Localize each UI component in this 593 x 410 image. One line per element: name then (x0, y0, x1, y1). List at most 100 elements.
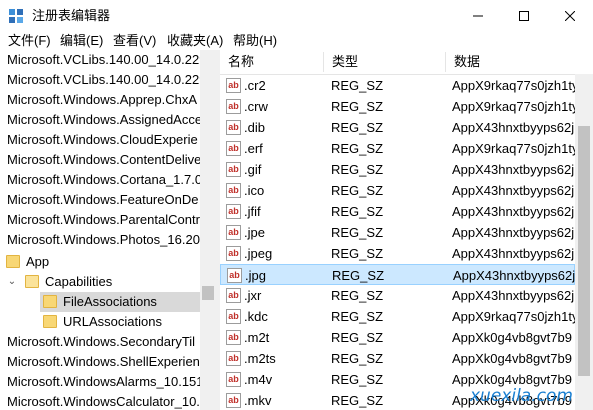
value-data: AppX43hnxtbyyps62j (452, 120, 575, 135)
minimize-button[interactable] (455, 0, 501, 32)
value-data: AppX9rkaq77s0jzh1ty (452, 141, 575, 156)
tree-item-label: Microsoft.Windows.ShellExperien (7, 354, 200, 369)
tree-scrollbar[interactable] (200, 50, 216, 410)
menu-edit[interactable]: 编辑(E) (60, 32, 103, 50)
value-name: .m4v (244, 372, 273, 387)
value-data: AppXk0g4vb8gvt7b9 (452, 330, 572, 345)
close-icon (565, 11, 575, 21)
value-row[interactable]: ab .jpg REG_SZ AppX43hnxtbyyps62j (220, 264, 575, 285)
tree-item[interactable]: Microsoft.WindowsCalculator_10. (0, 392, 200, 410)
menu-bar: 文件(F) 编辑(E) 查看(V) 收藏夹(A) 帮助(H) (0, 32, 593, 50)
value-name: .jpg (245, 268, 266, 283)
menu-help[interactable]: 帮助(H) (233, 32, 277, 50)
value-data: AppX43hnxtbyyps62j (453, 268, 576, 283)
column-name-header[interactable]: 名称 (220, 50, 323, 74)
tree-item[interactable]: Microsoft.Windows.Apprep.ChxA (0, 90, 200, 110)
tree-scrollbar-thumb[interactable] (202, 286, 214, 300)
value-name: .jpe (244, 225, 265, 240)
value-row[interactable]: ab .jpeg REG_SZ AppX43hnxtbyyps62j (220, 243, 575, 264)
tree-item-fileassociations[interactable]: FileAssociations (40, 292, 200, 312)
value-type: REG_SZ (331, 351, 384, 366)
value-row[interactable]: ab .ico REG_SZ AppX43hnxtbyyps62j (220, 180, 575, 201)
value-row[interactable]: ab .jpe REG_SZ AppX43hnxtbyyps62j (220, 222, 575, 243)
tree-item-label: FileAssociations (63, 294, 157, 309)
menu-view[interactable]: 查看(V) (113, 32, 156, 50)
tree-item[interactable]: Microsoft.Windows.SecondaryTil (0, 332, 200, 352)
tree-item[interactable]: Microsoft.VCLibs.140.00_14.0.229 (0, 70, 200, 90)
string-value-icon: ab (226, 162, 241, 177)
string-value-icon: ab (226, 99, 241, 114)
column-data-header[interactable]: 数据 (446, 50, 593, 74)
maximize-button[interactable] (501, 0, 547, 32)
maximize-icon (519, 11, 529, 21)
value-data: AppX9rkaq77s0jzh1ty (452, 99, 575, 114)
key-tree[interactable]: Microsoft.VCLibs.140.00_14.0.229 Microso… (0, 50, 216, 410)
value-data: AppX9rkaq77s0jzh1ty (452, 309, 575, 324)
value-row[interactable]: ab .dib REG_SZ AppX43hnxtbyyps62j (220, 117, 575, 138)
string-value-icon: ab (226, 351, 241, 366)
value-data: AppXk0g4vb8gvt7b9 (452, 351, 572, 366)
folder-icon (43, 295, 57, 308)
tree-item-label: Microsoft.Windows.Cortana_1.7.0 (7, 172, 200, 187)
value-name: .gif (244, 162, 262, 177)
tree-item-label: Microsoft.WindowsAlarms_10.151 (7, 374, 200, 389)
value-row[interactable]: ab .m2ts REG_SZ AppXk0g4vb8gvt7b9 (220, 348, 575, 369)
title-bar: 注册表编辑器 (0, 0, 593, 32)
tree-item-label: URLAssociations (63, 314, 162, 329)
close-button[interactable] (547, 0, 593, 32)
value-row[interactable]: ab .kdc REG_SZ AppX9rkaq77s0jzh1ty (220, 306, 575, 327)
values-list[interactable]: 名称 类型 数据 ab .cr2 REG_SZ AppX9rkaq77s0jzh1ty… (220, 50, 593, 410)
string-value-icon: ab (226, 288, 241, 303)
tree-item[interactable]: Microsoft.Windows.CloudExperie (0, 130, 200, 150)
tree-item[interactable]: Microsoft.VCLibs.140.00_14.0.229 (0, 50, 200, 70)
folder-icon (43, 315, 57, 328)
tree-item[interactable]: Microsoft.Windows.FeatureOnDe (0, 190, 200, 210)
values-scrollbar-thumb[interactable] (578, 126, 590, 376)
value-data: AppX43hnxtbyyps62j (452, 246, 575, 261)
string-value-icon: ab (226, 141, 241, 156)
string-value-icon: ab (226, 204, 241, 219)
menu-favorites[interactable]: 收藏夹(A) (167, 32, 223, 50)
tree-item[interactable]: Microsoft.Windows.ShellExperien (0, 352, 200, 372)
string-value-icon: ab (226, 330, 241, 345)
value-data: AppX43hnxtbyyps62j (452, 288, 575, 303)
string-value-icon: ab (227, 268, 242, 283)
tree-item[interactable]: Microsoft.Windows.AssignedAcce (0, 110, 200, 130)
value-name: .crw (244, 99, 268, 114)
value-name: .m2t (244, 330, 270, 345)
tree-item-urlassociations[interactable]: URLAssociations (0, 312, 200, 332)
value-type: REG_SZ (331, 78, 384, 93)
tree-item[interactable]: Microsoft.WindowsAlarms_10.151 (0, 372, 200, 392)
tree-item-label: Microsoft.Windows.FeatureOnDe (7, 192, 199, 207)
value-data: AppX43hnxtbyyps62j (452, 225, 575, 240)
value-type: REG_SZ (331, 246, 384, 261)
value-row[interactable]: ab .gif REG_SZ AppX43hnxtbyyps62j (220, 159, 575, 180)
value-row[interactable]: ab .cr2 REG_SZ AppX9rkaq77s0jzh1ty (220, 75, 575, 96)
string-value-icon: ab (226, 120, 241, 135)
tree-item[interactable]: Microsoft.Windows.ContentDelive (0, 150, 200, 170)
tree-item-app[interactable]: App (0, 252, 200, 272)
value-row[interactable]: ab .jfif REG_SZ AppX43hnxtbyyps62j (220, 201, 575, 222)
tree-item-capabilities[interactable]: ⌄ Capabilities (0, 272, 200, 292)
value-row[interactable]: ab .erf REG_SZ AppX9rkaq77s0jzh1ty (220, 138, 575, 159)
value-row[interactable]: ab .jxr REG_SZ AppX43hnxtbyyps62j (220, 285, 575, 306)
string-value-icon: ab (226, 372, 241, 387)
column-type-header[interactable]: 类型 (324, 50, 445, 74)
tree-item[interactable]: Microsoft.Windows.Cortana_1.7.0 (0, 170, 200, 190)
tree-item-label: Microsoft.WindowsCalculator_10. (7, 394, 200, 409)
chevron-down-icon[interactable]: ⌄ (6, 272, 18, 292)
tree-item[interactable]: Microsoft.Windows.Photos_16.20 (0, 230, 200, 250)
value-type: REG_SZ (331, 372, 384, 387)
tree-item-label: Microsoft.Windows.AssignedAcce (7, 112, 200, 127)
values-scrollbar[interactable] (575, 74, 593, 410)
folder-icon (6, 255, 20, 268)
tree-item[interactable]: Microsoft.Windows.ParentalContr (0, 210, 200, 230)
value-row[interactable]: ab .m2t REG_SZ AppXk0g4vb8gvt7b9 (220, 327, 575, 348)
value-name: .jfif (244, 204, 261, 219)
folder-open-icon (25, 275, 39, 288)
value-type: REG_SZ (331, 204, 384, 219)
menu-file[interactable]: 文件(F) (8, 32, 51, 50)
value-row[interactable]: ab .crw REG_SZ AppX9rkaq77s0jzh1ty (220, 96, 575, 117)
value-name: .dib (244, 120, 265, 135)
value-type: REG_SZ (331, 120, 384, 135)
